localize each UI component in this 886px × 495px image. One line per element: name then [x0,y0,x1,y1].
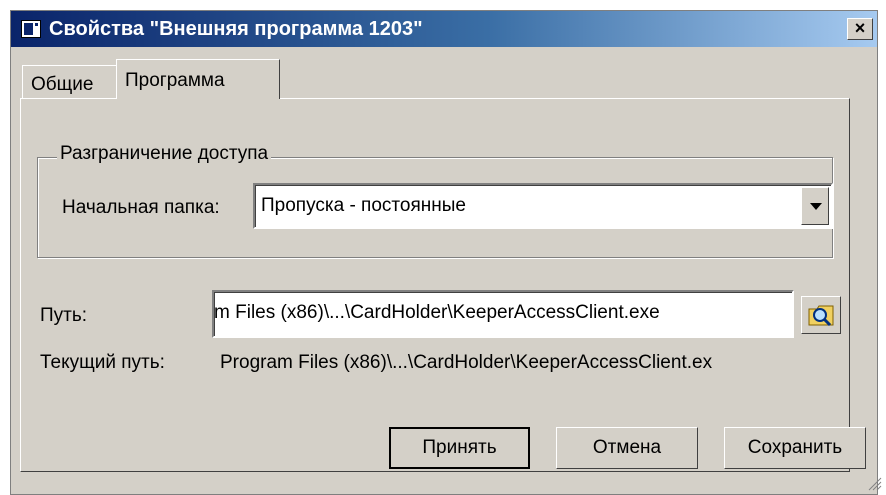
access-group-legend: Разграничение доступа [57,143,272,165]
cancel-button[interactable]: Отмена [556,427,698,469]
path-input[interactable]: Program Files (x86)\...\CardHolder\Keepe… [212,290,794,338]
dropdown-arrow-icon[interactable] [801,187,829,225]
window-title: Свойства "Внешняя программа 1203" [49,18,423,40]
current-path-value: Program Files (x86)\...\CardHolder\Keepe… [220,352,713,373]
browse-button[interactable] [801,296,841,334]
save-button[interactable]: Сохранить [724,427,866,469]
resize-grip-icon[interactable] [866,475,882,491]
start-folder-value: Пропуска - постоянные [261,195,466,216]
tab-program[interactable]: Программа [116,59,280,99]
path-label: Путь: [40,305,88,326]
folder-search-icon [808,305,834,327]
tab-general[interactable]: Общие [22,65,119,98]
accept-button[interactable]: Принять [389,427,530,469]
current-path-label: Текущий путь: [40,352,165,373]
title-bar[interactable]: Свойства "Внешняя программа 1203" × [11,11,877,47]
start-folder-select[interactable]: Пропуска - постоянные [253,183,833,229]
window-icon [21,20,41,38]
path-input-value: Program Files (x86)\...\CardHolder\Keepe… [214,302,660,323]
start-folder-label: Начальная папка: [62,197,220,218]
close-button[interactable]: × [847,18,873,40]
